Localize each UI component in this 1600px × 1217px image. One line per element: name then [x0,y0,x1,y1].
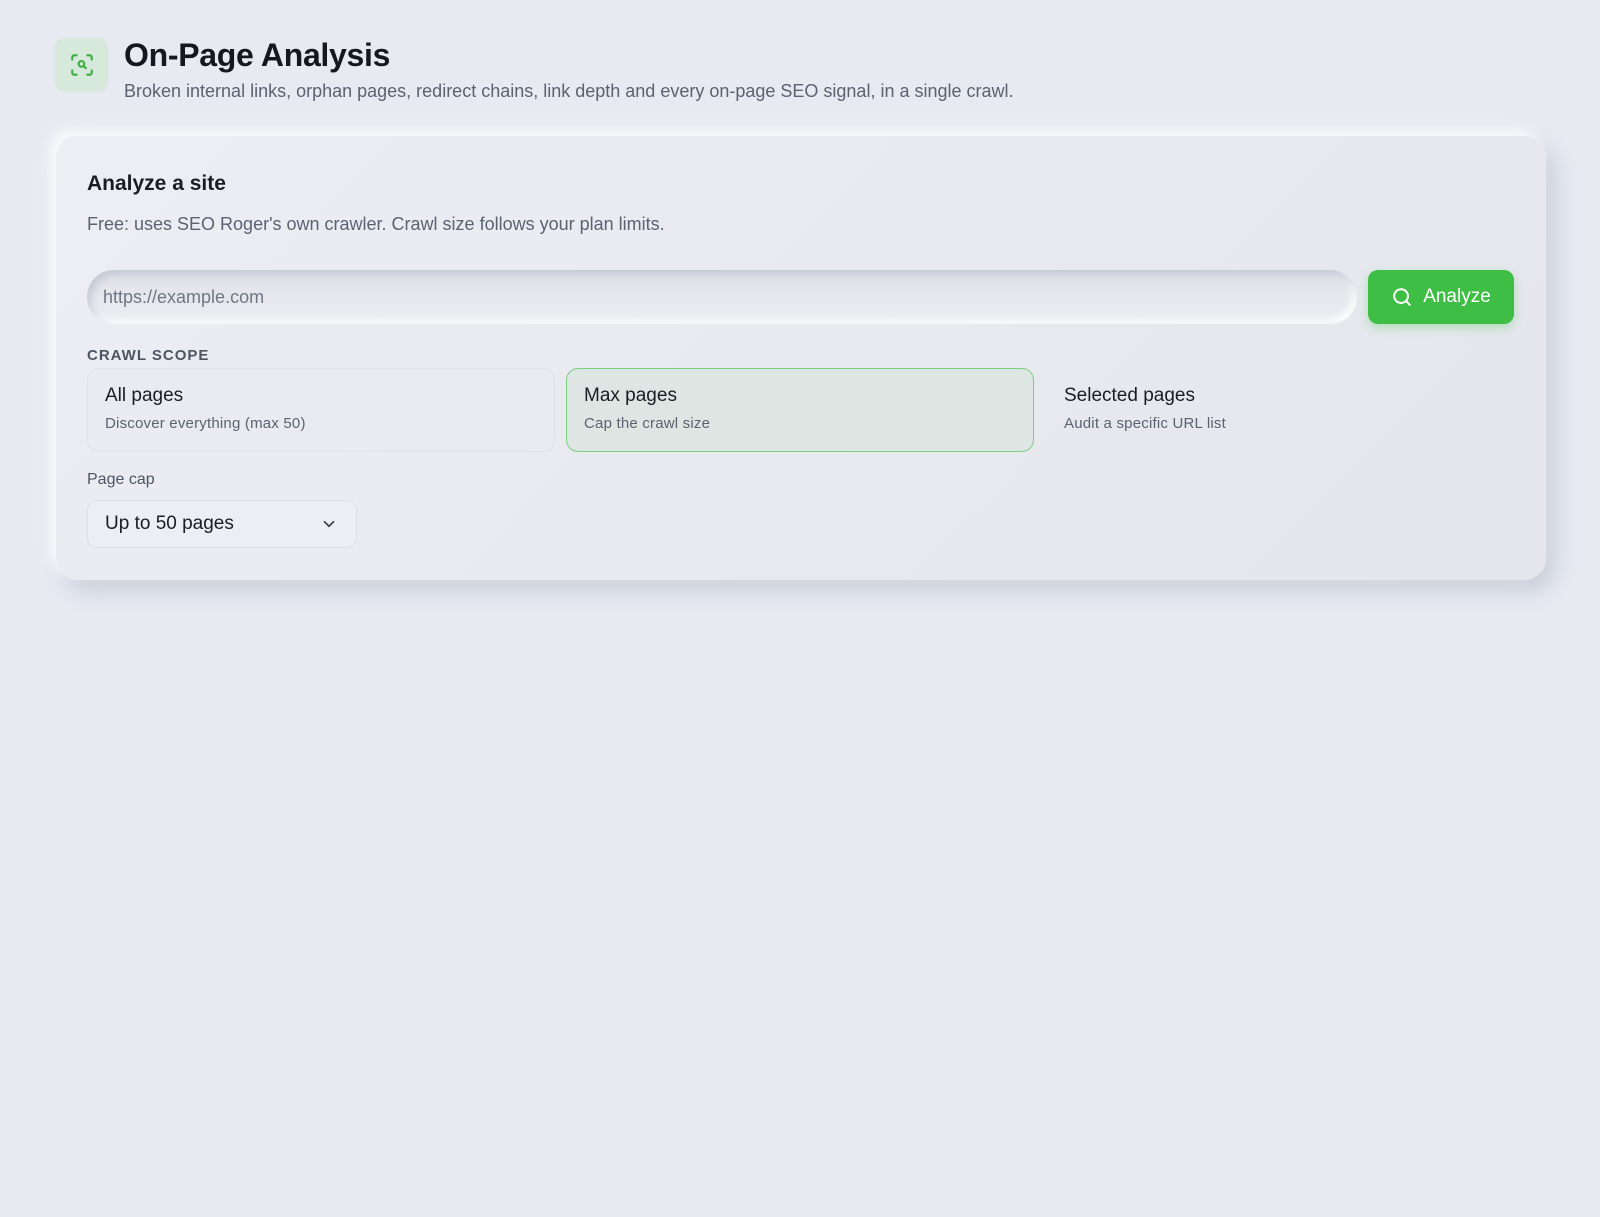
scope-option-max-pages[interactable]: Max pages Cap the crawl size [566,368,1034,452]
page-cap-label: Page cap [87,471,155,488]
scope-option-title: Max pages [584,385,677,406]
card-title: Analyze a site [87,172,226,195]
scope-option-description: Audit a specific URL list [1064,415,1227,432]
analyze-card: Analyze a site Free: uses SEO Roger's ow… [56,136,1546,580]
scope-option-description: Cap the crawl size [584,415,711,432]
card-description: Free: uses SEO Roger's own crawler. Craw… [87,214,665,234]
scope-option-title: Selected pages [1064,385,1195,406]
page-subtitle: Broken internal links, orphan pages, red… [124,81,1014,101]
scan-search-icon [55,38,108,91]
crawl-scope-label: CRAWL SCOPE [87,347,210,364]
scope-option-description: Discover everything (max 50) [105,415,306,432]
search-icon [1391,286,1413,308]
scope-option-all-pages[interactable]: All pages Discover everything (max 50) [87,368,555,452]
analyze-button-label: Analyze [1423,286,1491,307]
chevron-down-icon [320,515,338,533]
page: On-Page Analysis Broken internal links, … [0,0,1600,1217]
page-header: On-Page Analysis Broken internal links, … [55,38,1014,102]
scope-option-title: All pages [105,385,184,406]
scope-option-selected-pages[interactable]: Selected pages Audit a specific URL list [1046,368,1514,452]
page-cap-select[interactable]: Up to 50 pages [87,500,357,548]
page-cap-value: Up to 50 pages [105,513,234,534]
analyze-button[interactable]: Analyze [1368,270,1514,324]
header-text: On-Page Analysis Broken internal links, … [124,38,1014,102]
page-title: On-Page Analysis [124,37,391,73]
url-input[interactable] [87,270,1357,324]
